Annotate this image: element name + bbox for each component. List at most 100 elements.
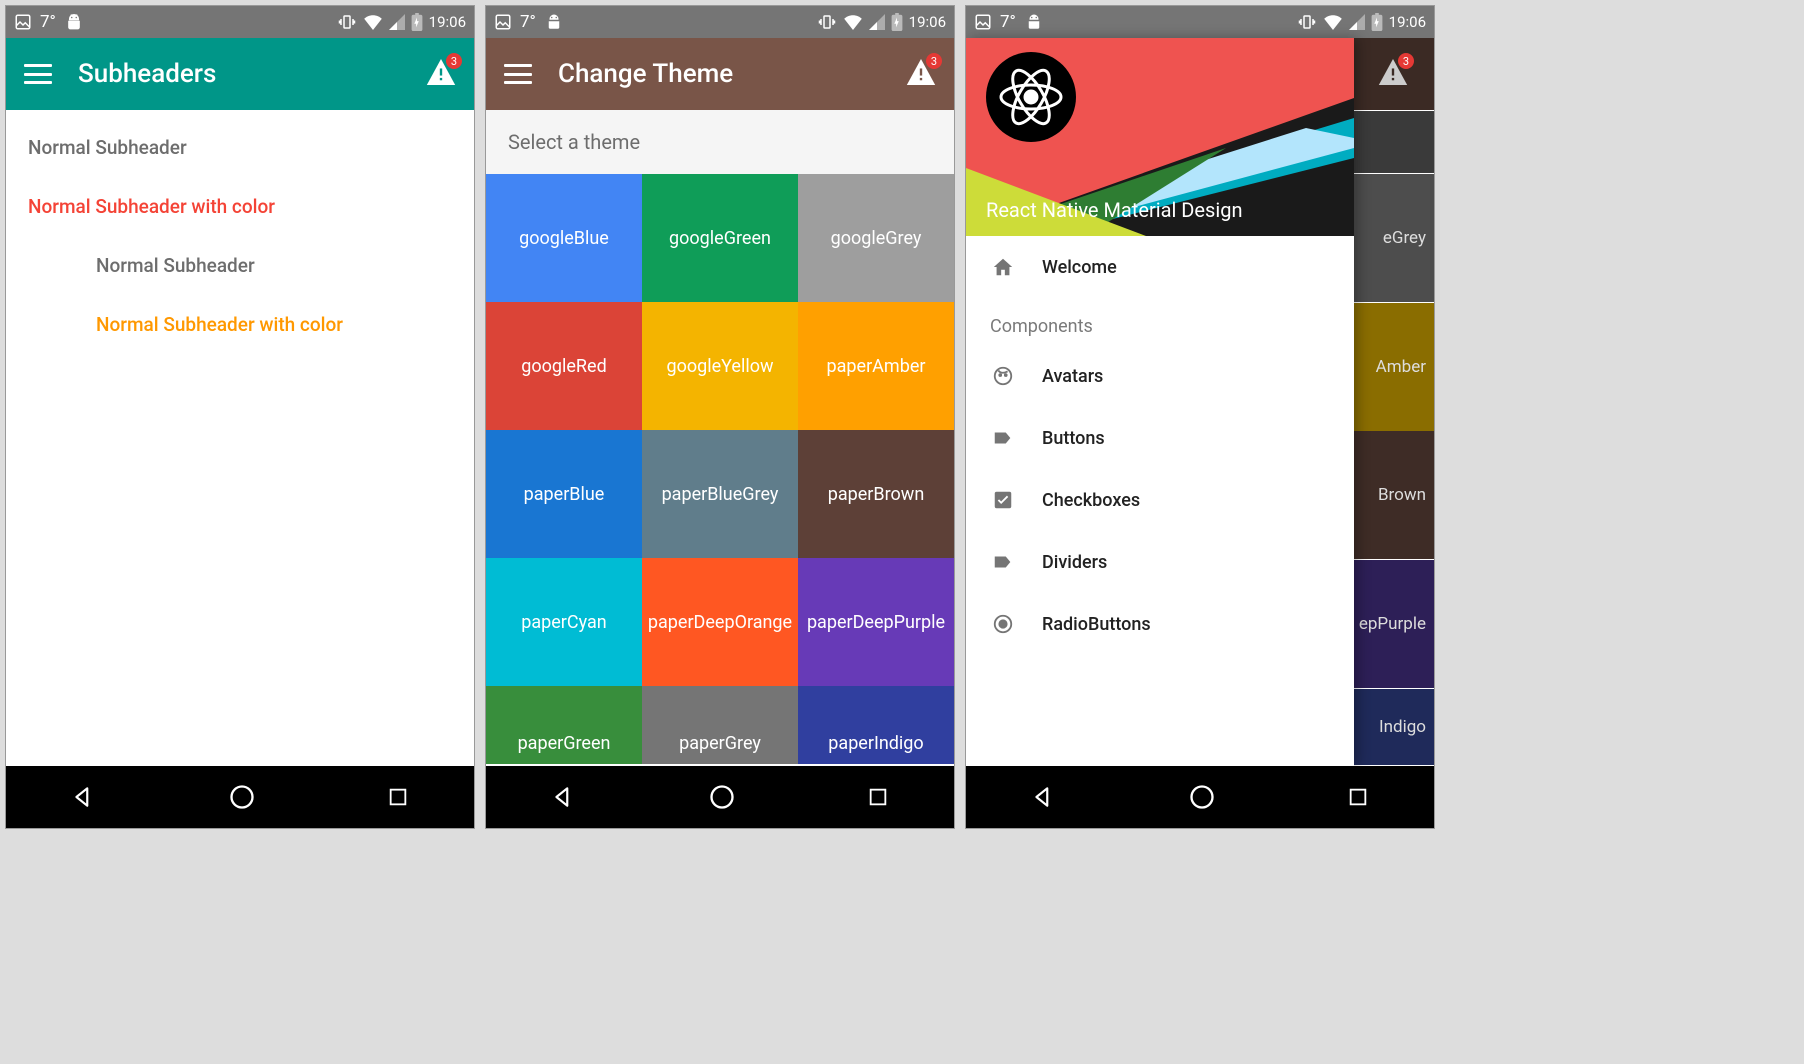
label-icon xyxy=(990,427,1016,449)
theme-swatch-googleGreen[interactable]: googleGreen xyxy=(642,174,798,302)
clock: 19:06 xyxy=(909,13,946,31)
badge-count: 3 xyxy=(926,53,942,69)
badge-count: 3 xyxy=(1398,53,1414,69)
drawer-item-dividers[interactable]: Dividers xyxy=(966,531,1354,593)
clock: 19:06 xyxy=(429,13,466,31)
wifi-icon xyxy=(363,14,383,30)
battery-icon xyxy=(891,13,903,31)
status-bar: 7° 19:06 xyxy=(6,6,474,38)
checkbox-icon xyxy=(990,489,1016,511)
subheader-item: Normal Subheader xyxy=(6,118,474,177)
back-icon[interactable] xyxy=(551,784,577,810)
recent-icon[interactable] xyxy=(387,786,409,808)
image-icon xyxy=(14,13,32,31)
back-icon[interactable] xyxy=(71,784,97,810)
theme-swatch-paperDeepOrange[interactable]: paperDeepOrange xyxy=(642,558,798,686)
home-icon[interactable] xyxy=(228,783,256,811)
phone-change-theme: 7° 19:06 Change Theme 3 Select a theme g… xyxy=(485,5,955,829)
temperature: 7° xyxy=(1000,12,1016,32)
image-icon xyxy=(494,13,512,31)
select-theme-label: Select a theme xyxy=(486,110,954,174)
drawer-item-label: Buttons xyxy=(1042,428,1105,449)
recent-icon[interactable] xyxy=(867,786,889,808)
android-icon xyxy=(64,13,84,31)
signal-icon xyxy=(869,14,885,30)
android-icon xyxy=(544,13,564,31)
theme-swatch-paperBrown[interactable]: paperBrown xyxy=(798,430,954,558)
nav-bar xyxy=(966,766,1434,828)
theme-swatch-googleYellow[interactable]: googleYellow xyxy=(642,302,798,430)
android-icon xyxy=(1024,13,1044,31)
drawer-item-welcome[interactable]: Welcome xyxy=(966,236,1354,298)
theme-swatch-paperDeepPurple[interactable]: paperDeepPurple xyxy=(798,558,954,686)
theme-grid: googleBluegoogleGreengoogleGrey googleRed… xyxy=(486,174,954,764)
theme-swatch-paperGrey[interactable]: paperGrey xyxy=(642,686,798,764)
signal-icon xyxy=(389,14,405,30)
menu-icon[interactable] xyxy=(504,64,532,84)
drawer-item-avatars[interactable]: Avatars xyxy=(966,345,1354,407)
face-icon xyxy=(990,365,1016,387)
drawer-item-label: Checkboxes xyxy=(1042,490,1140,511)
recent-icon[interactable] xyxy=(1347,786,1369,808)
badge-count: 3 xyxy=(446,53,462,69)
drawer-section-label: Components xyxy=(966,298,1354,345)
app-bar: Subheaders 3 xyxy=(6,38,474,110)
vibrate-icon xyxy=(817,13,837,31)
drawer-item-label: RadioButtons xyxy=(1042,614,1151,635)
battery-icon xyxy=(411,13,423,31)
battery-icon xyxy=(1371,13,1383,31)
temperature: 7° xyxy=(520,12,536,32)
vibrate-icon xyxy=(337,13,357,31)
navigation-drawer: React Native Material Design Welcome Com… xyxy=(966,38,1354,766)
subheader-item: Normal Subheader with color xyxy=(6,177,474,236)
theme-swatch-googleBlue[interactable]: googleBlue xyxy=(486,174,642,302)
drawer-list: Welcome Components Avatars Buttons Checkbo… xyxy=(966,236,1354,766)
drawer-item-label: Dividers xyxy=(1042,552,1107,573)
signal-icon xyxy=(1349,14,1365,30)
react-logo-icon xyxy=(998,64,1064,130)
nav-bar xyxy=(6,766,474,828)
theme-swatch-paperAmber[interactable]: paperAmber xyxy=(798,302,954,430)
home-icon[interactable] xyxy=(708,783,736,811)
appbar-shadow: 3 xyxy=(1352,38,1434,110)
theme-swatch-paperGreen[interactable]: paperGreen xyxy=(486,686,642,764)
home-icon[interactable] xyxy=(1188,783,1216,811)
phone-subheaders: 7° 19:06 Subheaders 3 Normal SubheaderNo… xyxy=(5,5,475,829)
page-title: Change Theme xyxy=(558,59,880,89)
vibrate-icon xyxy=(1297,13,1317,31)
clock: 19:06 xyxy=(1389,13,1426,31)
theme-swatch-paperCyan[interactable]: paperCyan xyxy=(486,558,642,686)
drawer-item-buttons[interactable]: Buttons xyxy=(966,407,1354,469)
drawer-header: React Native Material Design xyxy=(966,38,1354,236)
app-bar: Change Theme 3 xyxy=(486,38,954,110)
nav-bar xyxy=(486,766,954,828)
page-title: Subheaders xyxy=(78,59,400,89)
theme-swatch-paperBlueGrey[interactable]: paperBlueGrey xyxy=(642,430,798,558)
temperature: 7° xyxy=(40,12,56,32)
radio-icon xyxy=(990,613,1016,635)
drawer-title: React Native Material Design xyxy=(986,198,1242,222)
theme-swatch-paperBlue[interactable]: paperBlue xyxy=(486,430,642,558)
status-bar: 7° 19:06 xyxy=(486,6,954,38)
image-icon xyxy=(974,13,992,31)
warning-badge[interactable]: 3 xyxy=(1378,59,1408,89)
phone-drawer: 7° 19:06 eGreyAmberBrownepPurpleIndigo 3 xyxy=(965,5,1435,829)
drawer-item-checkboxes[interactable]: Checkboxes xyxy=(966,469,1354,531)
drawer-item-label: Avatars xyxy=(1042,366,1103,387)
status-bar: 7° 19:06 xyxy=(966,6,1434,38)
theme-swatch-googleRed[interactable]: googleRed xyxy=(486,302,642,430)
label-icon xyxy=(990,551,1016,573)
warning-badge[interactable]: 3 xyxy=(426,59,456,89)
back-icon[interactable] xyxy=(1031,784,1057,810)
subheader-item: Normal Subheader xyxy=(6,236,474,295)
menu-icon[interactable] xyxy=(24,64,52,84)
subheader-item: Normal Subheader with color xyxy=(6,295,474,354)
theme-swatch-googleGrey[interactable]: googleGrey xyxy=(798,174,954,302)
warning-badge[interactable]: 3 xyxy=(906,59,936,89)
subheader-list: Normal SubheaderNormal Subheader with co… xyxy=(6,110,474,362)
wifi-icon xyxy=(843,14,863,30)
avatar xyxy=(986,52,1076,142)
theme-swatch-paperIndigo[interactable]: paperIndigo xyxy=(798,686,954,764)
drawer-item-radiobuttons[interactable]: RadioButtons xyxy=(966,593,1354,655)
wifi-icon xyxy=(1323,14,1343,30)
